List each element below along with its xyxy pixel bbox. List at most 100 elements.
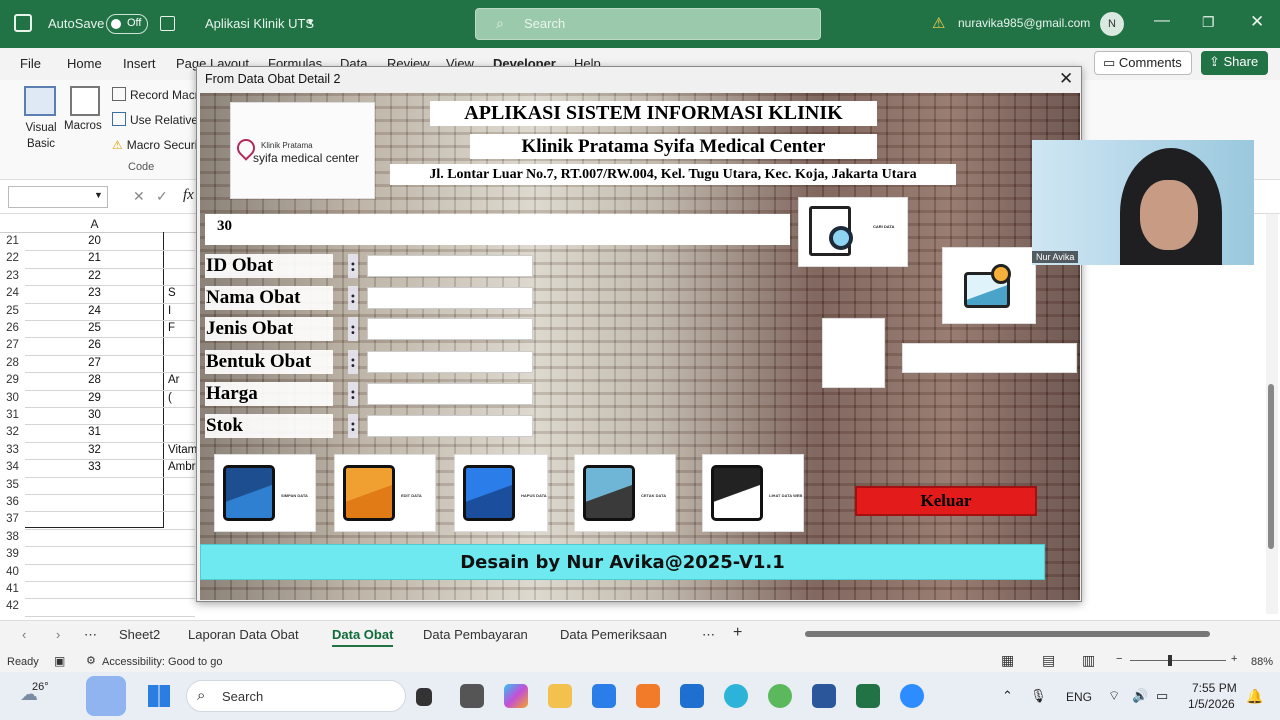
tray-chevron-icon[interactable]: ⌃ xyxy=(1002,688,1013,704)
field-input[interactable] xyxy=(367,383,533,405)
share-button[interactable]: ⇪ Share xyxy=(1201,51,1268,75)
action-button[interactable]: EDIT DATA xyxy=(334,454,436,532)
page-layout-icon[interactable]: ▤ xyxy=(1042,652,1055,669)
menu-file[interactable]: File xyxy=(20,56,41,71)
function-icon[interactable]: fx xyxy=(183,187,194,204)
minimize-icon[interactable]: — xyxy=(1154,12,1170,30)
row-header[interactable]: 23 xyxy=(0,270,25,282)
qgis-icon[interactable] xyxy=(768,684,792,708)
column-header-a[interactable]: A xyxy=(25,217,164,231)
row-header[interactable]: 32 xyxy=(0,426,25,438)
cell-a[interactable]: 20 xyxy=(25,235,164,247)
document-title[interactable]: Aplikasi Klinik UTS xyxy=(205,16,314,31)
macro-record-icon[interactable]: ▣ xyxy=(54,654,65,668)
task-view-icon[interactable] xyxy=(416,688,432,706)
cell-b[interactable]: Ar xyxy=(168,374,180,386)
taskbar-search[interactable]: ⌕ Search xyxy=(186,680,406,712)
tab-scroll-left-icon[interactable]: ‹ xyxy=(22,627,26,642)
image-path-input[interactable] xyxy=(902,343,1077,373)
field-input[interactable] xyxy=(367,351,533,373)
menu-home[interactable]: Home xyxy=(67,56,102,71)
row-header[interactable]: 35 xyxy=(0,479,25,491)
visual-basic-button[interactable]: Visual Basic xyxy=(18,120,64,152)
cell-a[interactable]: 30 xyxy=(25,409,164,421)
row-header[interactable]: 36 xyxy=(0,496,25,508)
zoom-in-icon[interactable]: + xyxy=(1231,653,1237,665)
vertical-scrollbar[interactable] xyxy=(1266,214,1278,614)
edge-icon[interactable] xyxy=(724,684,748,708)
row-header[interactable]: 28 xyxy=(0,357,25,369)
cell-a[interactable]: 29 xyxy=(25,392,164,404)
record-counter-box[interactable]: 30 xyxy=(205,214,790,245)
cancel-icon[interactable]: ✕ xyxy=(133,188,145,205)
row-header[interactable]: 27 xyxy=(0,339,25,351)
field-input[interactable] xyxy=(367,287,533,309)
row-header[interactable]: 22 xyxy=(0,252,25,264)
action-button[interactable]: LIHAT DATA WEB xyxy=(702,454,804,532)
word-icon[interactable] xyxy=(812,684,836,708)
autosave-toggle[interactable]: Off xyxy=(106,14,148,34)
camera-app-icon[interactable] xyxy=(460,684,484,708)
notification-icon[interactable]: 🔔 xyxy=(1246,688,1263,705)
avatar[interactable]: N xyxy=(1100,12,1124,36)
scrollbar-thumb[interactable] xyxy=(1268,384,1274,549)
search-box[interactable]: Search xyxy=(475,8,821,40)
macros-button[interactable]: Macros xyxy=(64,120,102,132)
action-button[interactable]: CETAK DATA xyxy=(574,454,676,532)
excel-icon[interactable] xyxy=(856,684,880,708)
row-header[interactable]: 34 xyxy=(0,461,25,473)
zoom-out-icon[interactable]: − xyxy=(1116,653,1122,665)
cell-a[interactable]: 28 xyxy=(25,374,164,386)
tab-more-icon[interactable]: ⋯ xyxy=(702,627,715,643)
cell-a[interactable]: 33 xyxy=(25,461,164,473)
cell-b[interactable]: ( xyxy=(168,392,172,404)
name-box[interactable] xyxy=(8,186,108,208)
cell-a[interactable]: 32 xyxy=(25,444,164,456)
row-header[interactable]: 37 xyxy=(0,513,25,525)
row-header[interactable]: 40 xyxy=(0,566,25,578)
search-data-button[interactable]: CARI DATA xyxy=(798,197,908,267)
tab-data-pembayaran[interactable]: Data Pembayaran xyxy=(423,627,528,642)
clock-date[interactable]: 1/5/2026 xyxy=(1188,697,1235,711)
action-button[interactable]: HAPUS DATA xyxy=(454,454,548,532)
row-header[interactable]: 31 xyxy=(0,409,25,421)
cell-a[interactable]: 22 xyxy=(25,270,164,282)
field-input[interactable] xyxy=(367,415,533,437)
record-macro-button[interactable]: Record Macro xyxy=(112,87,205,102)
use-relative-button[interactable]: Use Relative xyxy=(112,112,198,127)
wifi-icon[interactable]: ⌔ xyxy=(1108,688,1120,704)
tab-data-obat[interactable]: Data Obat xyxy=(332,627,394,647)
tab-laporan-data-obat[interactable]: Laporan Data Obat xyxy=(188,627,299,642)
row-header[interactable]: 30 xyxy=(0,392,25,404)
cell-b[interactable]: I xyxy=(168,305,171,317)
field-input[interactable] xyxy=(367,255,533,277)
cell-b[interactable]: S xyxy=(168,287,176,299)
row-header[interactable]: 29 xyxy=(0,374,25,386)
close-icon[interactable]: ✕ xyxy=(1250,12,1264,32)
widgets-icon[interactable] xyxy=(86,676,126,716)
zoom-slider-thumb[interactable] xyxy=(1168,655,1172,666)
store-icon[interactable] xyxy=(592,684,616,708)
clock-time[interactable]: 7:55 PM xyxy=(1192,681,1237,695)
tab-more-icon[interactable]: ⋯ xyxy=(84,627,97,643)
zoom-slider[interactable] xyxy=(1130,655,1226,666)
cell-a[interactable]: 21 xyxy=(25,252,164,264)
row-header[interactable]: 24 xyxy=(0,287,25,299)
language-indicator[interactable]: ENG xyxy=(1066,690,1092,704)
cell-a[interactable]: 24 xyxy=(25,305,164,317)
copilot-icon[interactable] xyxy=(504,684,528,708)
row-header[interactable]: 42 xyxy=(0,600,25,612)
weather-temp[interactable]: 26° xyxy=(32,681,49,693)
comments-button[interactable]: ▭ Comments xyxy=(1094,51,1192,75)
cell-a[interactable]: 31 xyxy=(25,426,164,438)
cell-b[interactable]: F xyxy=(168,322,175,334)
file-explorer-icon[interactable] xyxy=(548,684,572,708)
warning-icon[interactable]: ⚠ xyxy=(932,14,945,32)
mic-icon[interactable]: 🎙 xyxy=(1030,688,1047,704)
tab-data-pemeriksaan[interactable]: Data Pemeriksaan xyxy=(560,627,667,642)
volume-icon[interactable]: 🔊 xyxy=(1132,688,1148,704)
cell-a[interactable]: 27 xyxy=(25,357,164,369)
restore-icon[interactable]: ❐ xyxy=(1202,14,1215,31)
page-break-icon[interactable]: ▥ xyxy=(1082,652,1095,669)
row-header[interactable]: 41 xyxy=(0,583,25,595)
